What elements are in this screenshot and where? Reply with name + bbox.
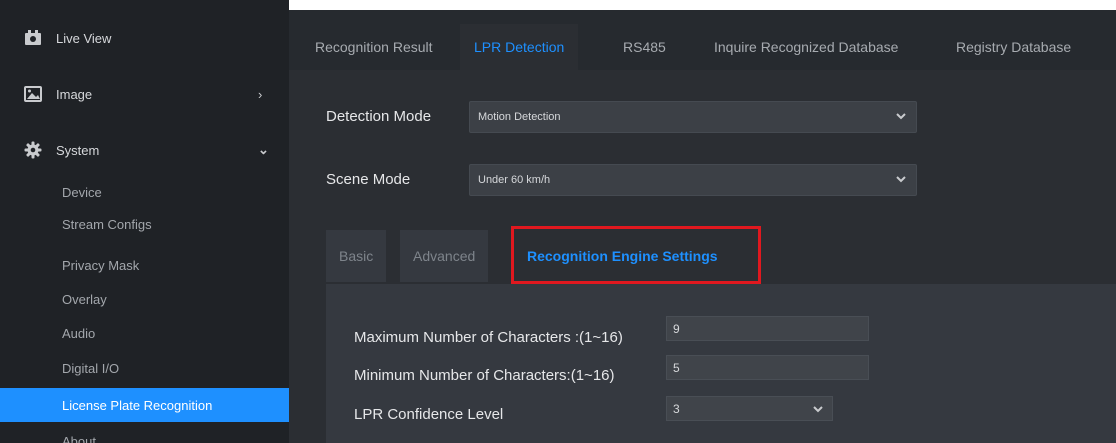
input-value: 5 [673,360,680,375]
chevron-down-icon [896,176,906,183]
chevron-down-icon [813,406,823,413]
sidebar-item-license-plate-recognition[interactable]: License Plate Recognition [0,388,289,422]
sidebar-item-system[interactable]: System ⌄ [0,126,289,174]
tab-label: Recognition Result [315,39,433,55]
settings-panel: Maximum Number of Characters :(1~16) 9 M… [326,284,1116,443]
subtab-label: Basic [339,248,374,264]
scene-mode-select[interactable]: Under 60 km/h [469,164,917,196]
tab-lpr-detection[interactable]: LPR Detection [460,24,579,70]
tab-registry-database[interactable]: Registry Database [942,24,1085,70]
sidebar-item-about[interactable]: About [0,424,289,443]
input-value: 9 [673,321,680,336]
sidebar-item-label: Device [62,184,102,200]
chevron-right-icon: › [258,86,263,102]
chevron-down-icon: ⌄ [258,142,269,157]
sidebar-item-label: Digital I/O [62,360,120,376]
tab-rs485[interactable]: RS485 [609,24,680,70]
sidebar-item-privacy-mask[interactable]: Privacy Mask [0,248,289,282]
detection-mode-select[interactable]: Motion Detection [469,101,917,133]
select-value: Under 60 km/h [478,174,551,186]
tab-label: LPR Detection [474,39,565,55]
confidence-level-label: LPR Confidence Level [354,406,504,423]
app-root: Live View Image › System ⌄ Device Stream… [0,0,1116,443]
sidebar-item-label: Overlay [62,291,107,307]
confidence-level-select[interactable]: 3 [666,396,833,421]
image-icon [24,85,42,103]
min-chars-label: Minimum Number of Characters:(1~16) [354,367,615,384]
top-strip [289,0,1116,10]
sidebar-item-label: License Plate Recognition [62,397,213,413]
sidebar-item-label: Audio [62,325,96,341]
sidebar-item-label: Stream Configs [62,217,152,232]
sidebar-item-label: System [56,142,100,158]
max-chars-label: Maximum Number of Characters :(1~16) [354,329,623,346]
video-camera-icon [24,29,42,47]
gear-icon [24,141,42,159]
sidebar-item-image[interactable]: Image › [0,70,289,118]
main-content: Recognition Result LPR Detection RS485 I… [289,0,1116,443]
tab-recognition-result[interactable]: Recognition Result [301,24,447,70]
tab-label: Registry Database [956,39,1072,55]
tab-label: RS485 [623,39,666,55]
tab-bar: Recognition Result LPR Detection RS485 I… [289,10,1116,70]
subtab-basic[interactable]: Basic [326,230,387,282]
sidebar-item-digital-io[interactable]: Digital I/O [0,351,289,385]
detection-mode-label: Detection Mode [326,108,432,125]
tab-label: Inquire Recognized Database [714,39,899,55]
sidebar-item-label: Image [56,86,93,102]
chevron-down-icon [896,113,906,120]
select-value: Motion Detection [478,111,561,123]
sidebar-item-device[interactable]: Device [0,175,289,209]
tab-inquire-recognized-database[interactable]: Inquire Recognized Database [700,24,912,70]
sidebar-item-label: Privacy Mask [62,257,140,273]
sidebar-item-label: Live View [56,30,112,46]
sidebar-item-label: About [62,433,96,443]
min-chars-input[interactable]: 5 [666,355,869,380]
annotation-highlight-box [511,226,761,284]
select-value: 3 [673,401,680,416]
subtab-label: Advanced [413,248,476,264]
max-chars-input[interactable]: 9 [666,316,869,341]
sidebar-item-live-view[interactable]: Live View [0,14,289,62]
sidebar-item-stream-configs[interactable]: Stream Configs [0,213,289,247]
scene-mode-label: Scene Mode [326,171,411,188]
sidebar-item-audio[interactable]: Audio [0,316,289,350]
sidebar: Live View Image › System ⌄ Device Stream… [0,0,289,443]
subtab-advanced[interactable]: Advanced [400,230,489,282]
sidebar-item-overlay[interactable]: Overlay [0,282,289,316]
